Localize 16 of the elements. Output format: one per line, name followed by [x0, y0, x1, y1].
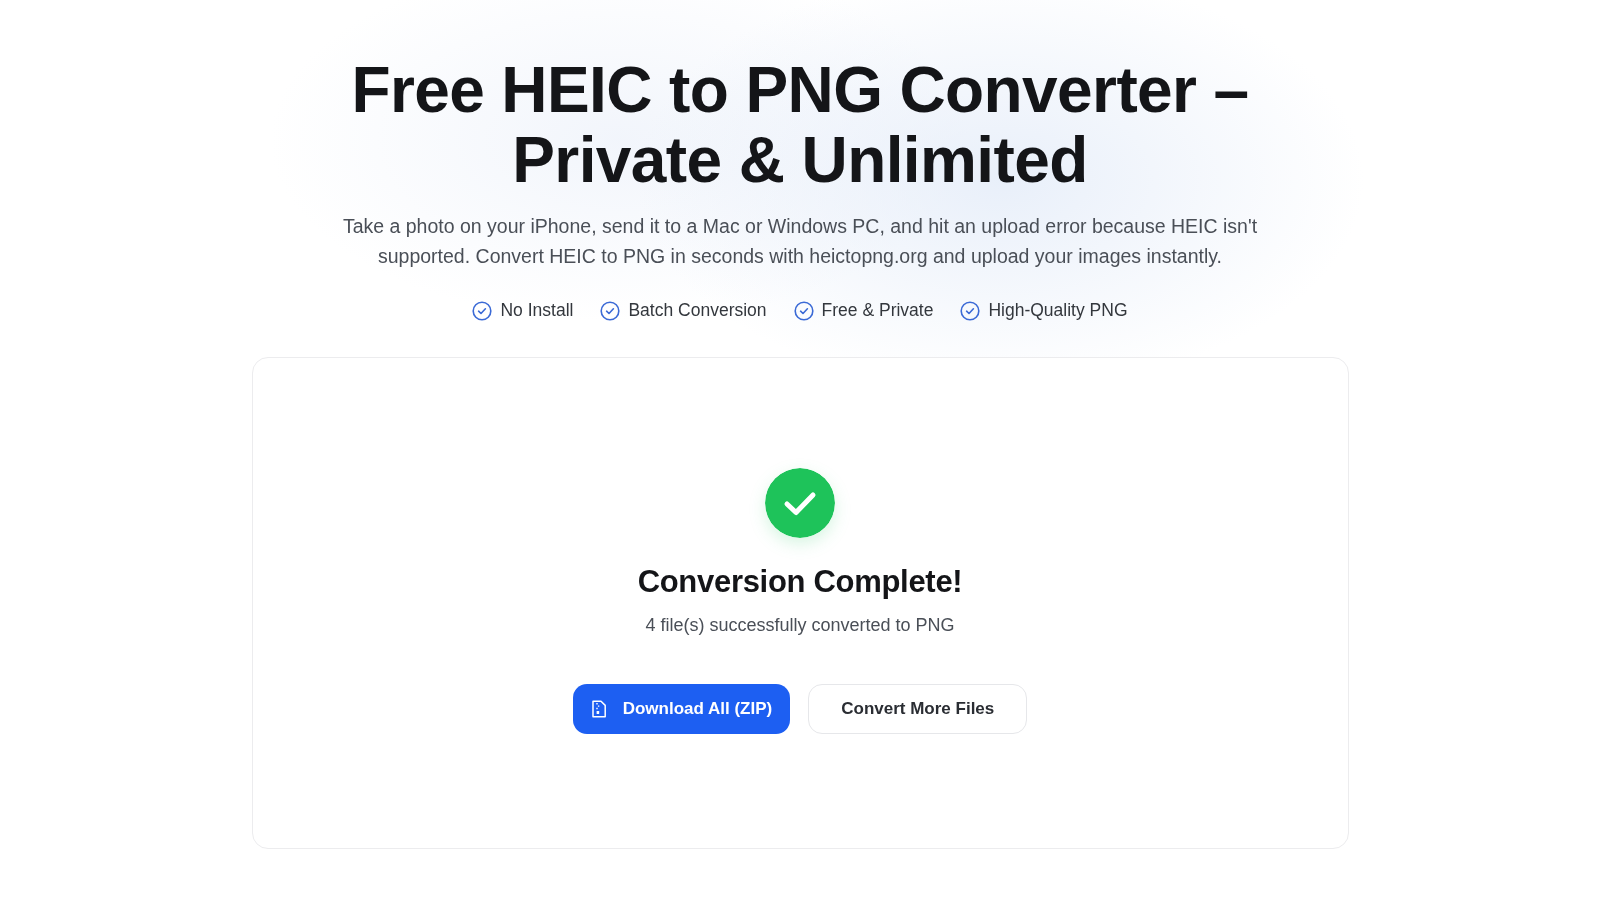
- download-button[interactable]: Download All (ZIP): [572, 684, 791, 734]
- feature-label: Batch Conversion: [628, 300, 767, 321]
- page-title: Free HEIC to PNG Converter –: [351, 55, 1249, 125]
- convert-more-button[interactable]: Convert More Files: [808, 684, 1028, 734]
- file-icon: [590, 700, 607, 718]
- page-title: Private & Unlimited: [512, 125, 1088, 195]
- result-message: 4 file(s) successfully converted to PNG: [645, 614, 955, 637]
- hero-description: Take a photo on your iPhone, send it to a Mac or Windows PC, and hit an upload error because HEIC isn't supported. Convert HEIC to PNG in seconds with heictopng.org and upload your images instantly.: [341, 214, 1259, 269]
- check-circle-icon: [472, 300, 493, 321]
- check-circle-icon: [960, 300, 981, 321]
- result-heading: Conversion Complete!: [637, 563, 963, 601]
- feature-label: No Install: [500, 300, 574, 321]
- feature-label: Free & Private: [821, 300, 934, 321]
- check-circle-icon: [600, 300, 621, 321]
- feature-label: High-Quality PNG: [988, 300, 1128, 321]
- check-circle-icon: [793, 300, 814, 321]
